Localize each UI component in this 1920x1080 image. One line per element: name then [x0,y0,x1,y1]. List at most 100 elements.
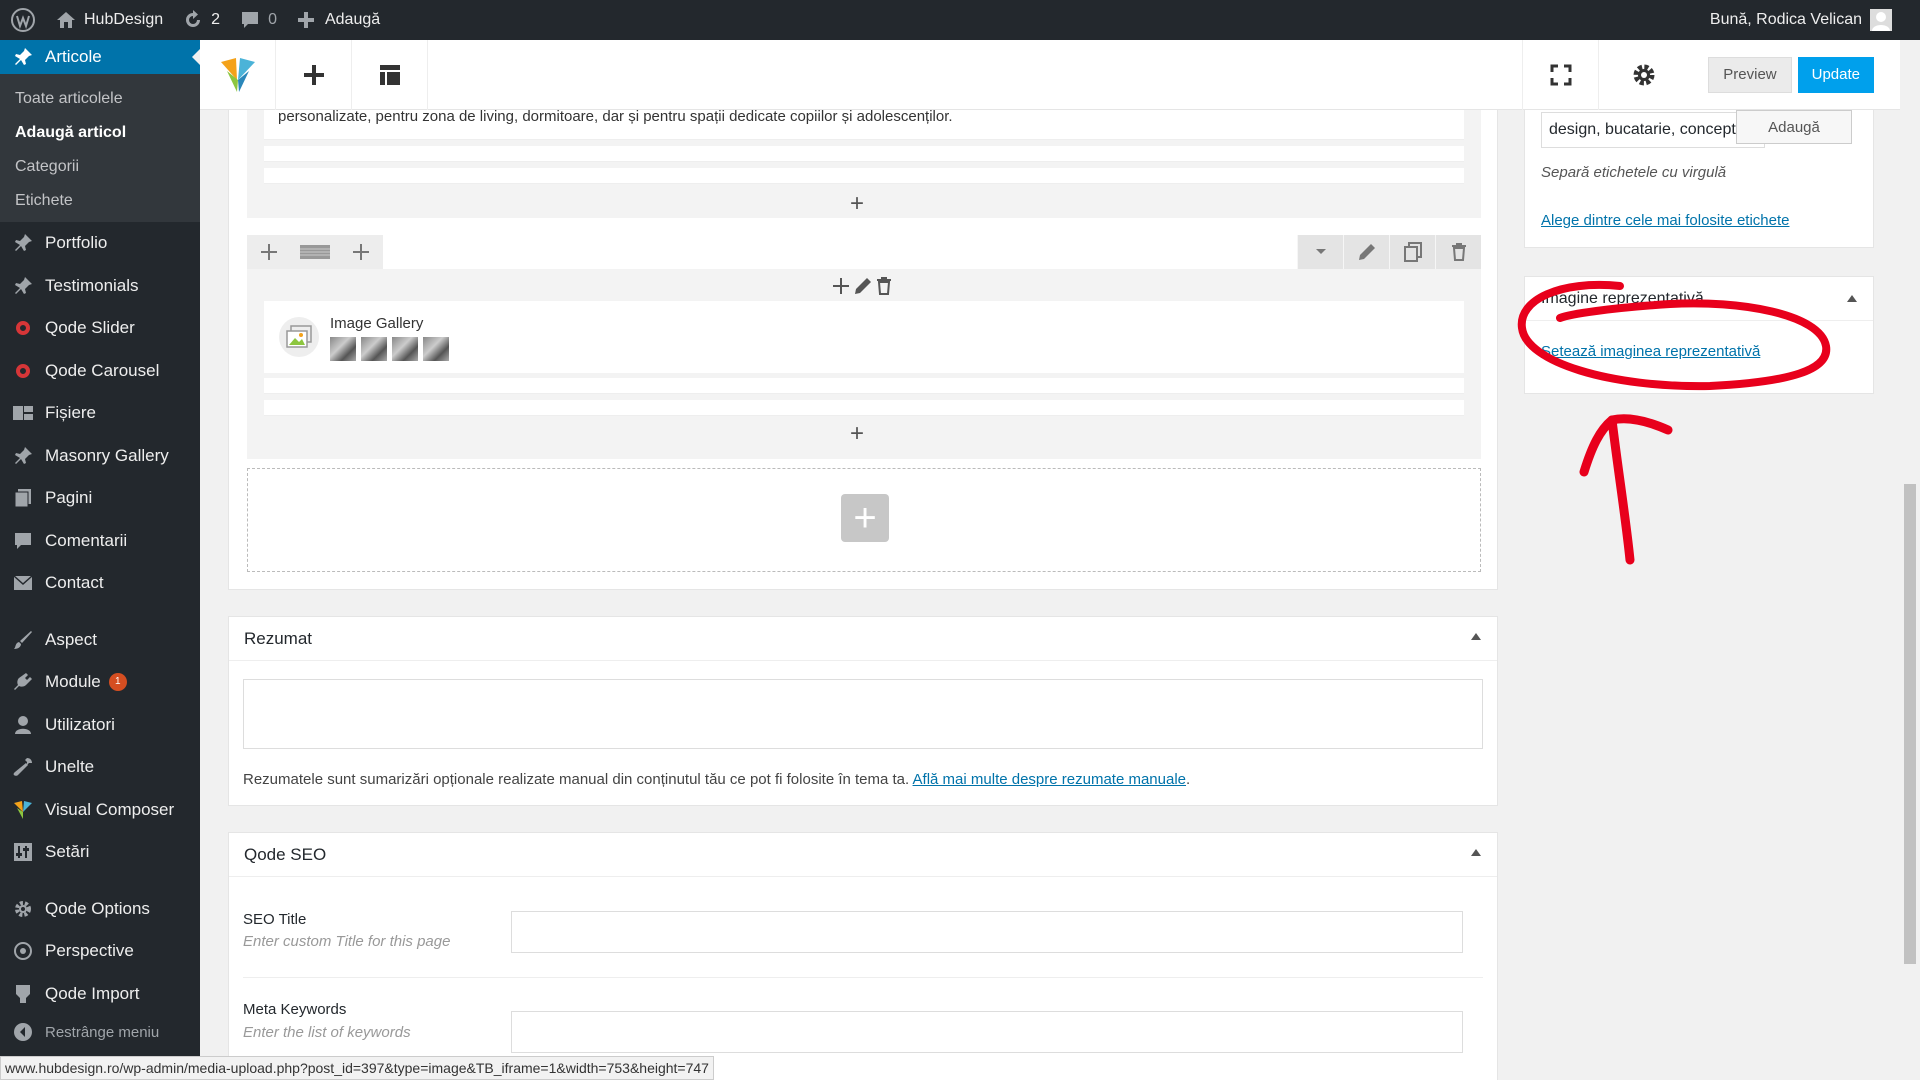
sidebar-item-visual-composer[interactable]: Visual Composer [0,789,200,832]
sidebar-item-contact[interactable]: Contact [0,562,200,605]
collapse-menu-button[interactable]: Restrânge meniu [0,1015,200,1049]
empty-column [264,168,1464,184]
excerpt-textarea[interactable] [243,679,1483,749]
submenu-all-posts[interactable]: Toate articolele [0,82,200,116]
pencil-icon[interactable] [854,277,872,295]
choose-tags-link[interactable]: Alege dintre cele mai folosite etichete [1541,212,1789,229]
pushpin-icon [12,232,34,254]
row-layout-icon[interactable] [291,235,339,269]
envelope-icon [12,572,34,594]
sidebar-item-label: Visual Composer [45,799,175,819]
submenu-add-post[interactable]: Adaugă articol [0,116,200,150]
sidebar-item-qode-slider[interactable]: Qode Slider [0,307,200,350]
settings-button[interactable] [1598,39,1688,110]
add-tag-button[interactable]: Adaugă [1736,110,1852,144]
sidebar-item-label: Qode Options [45,898,150,918]
collapse-arrow-up-icon[interactable] [1471,849,1481,856]
meta-keywords-hint: Enter the list of keywords [243,1024,411,1041]
add-element-plus-icon[interactable]: + [850,190,864,218]
submenu-categories[interactable]: Categorii [0,150,200,184]
comments-link[interactable]: 0 [230,0,287,40]
edit-row-pencil-icon[interactable] [1343,235,1389,269]
site-name-link[interactable]: HubDesign [46,0,173,40]
excerpt-box-header[interactable]: Rezumat [229,617,1497,661]
sidebar-item-articole[interactable]: Articole [0,40,200,74]
add-row-plus-button[interactable]: + [841,494,889,542]
column-controls [832,277,892,295]
meta-keywords-input[interactable] [511,1011,1463,1053]
image-gallery-title: Image Gallery [330,315,424,332]
new-content-link[interactable]: Adaugă [287,0,390,40]
sidebar-item-label: Testimonials [45,275,139,295]
sidebar-item-fisiere[interactable]: Fișiere [0,392,200,435]
add-element-plus-icon[interactable]: + [850,420,864,448]
trash-icon[interactable] [876,277,892,295]
sidebar-item-label: Qode Carousel [45,360,160,380]
gear-icon [1633,64,1655,85]
sidebar-item-qode-carousel[interactable]: Qode Carousel [0,350,200,393]
visual-composer-icon [12,799,34,821]
excerpt-box-title: Rezumat [244,628,313,648]
submenu-tags[interactable]: Etichete [0,184,200,218]
update-button[interactable]: Update [1797,56,1874,93]
tags-input[interactable]: design, bucatarie, concept [1541,112,1765,148]
qode-seo-box: Qode SEO SEO Title Enter custom Title fo… [228,832,1498,1080]
sidebar-item-pagini[interactable]: Pagini [0,477,200,520]
comments-count: 0 [268,11,277,28]
pushpin-icon [12,47,34,67]
clone-row-icon[interactable] [1389,235,1435,269]
gallery-thumbnail [361,337,387,361]
sidebar-item-perspective[interactable]: Perspective [0,930,200,973]
collapse-row-chevron-down-icon[interactable] [1297,235,1343,269]
collapse-arrow-up-icon[interactable] [1471,633,1481,640]
scrollbar-thumb[interactable] [1904,484,1916,964]
page-scrollbar[interactable] [1900,40,1920,1080]
sidebar-item-aspect[interactable]: Aspect [0,619,200,662]
plus-icon [303,64,324,85]
fullscreen-button[interactable] [1522,39,1598,110]
plus-icon [297,12,314,28]
delete-row-trash-icon[interactable] [1435,235,1481,269]
set-featured-image-link[interactable]: Setează imaginea reprezentativă [1541,343,1760,360]
sidebar-item-qode-import[interactable]: Qode Import [0,973,200,1016]
collapse-arrow-up-icon[interactable] [1847,295,1857,302]
preview-button[interactable]: Preview [1708,56,1792,93]
excerpt-learn-more-link[interactable]: Află mai multe despre rezumate manuale [913,771,1186,788]
move-row-icon[interactable] [247,235,291,269]
qode-seo-title: Qode SEO [244,844,327,864]
templates-button[interactable] [352,39,428,110]
add-element-button[interactable] [276,39,352,110]
sidebar-item-utilizatori[interactable]: Utilizatori [0,704,200,747]
wordpress-logo-icon[interactable] [0,0,46,40]
gallery-thumbnail [392,337,418,361]
user-greeting[interactable]: Bună, Rodica Velican [1710,11,1862,29]
qode-circle-icon [12,317,34,339]
image-gallery-element[interactable]: Image Gallery [264,301,1464,373]
sidebar-item-masonry-gallery[interactable]: Masonry Gallery [0,435,200,478]
sidebar-item-setari[interactable]: Setări [0,831,200,874]
sidebar-item-qode-options[interactable]: Qode Options [0,888,200,931]
vc-logo-icon[interactable] [200,39,276,110]
sidebar-item-module[interactable]: Module 1 [0,661,200,704]
collapse-arrow-icon [12,1021,34,1043]
excerpt-description-text: Rezumatele sunt sumarizări opționale rea… [243,771,913,788]
vc-toolbar: Preview Update [200,39,1900,110]
gallery-thumbnails [330,337,449,361]
sidebar-item-label: Articole [45,47,102,66]
add-column-icon[interactable] [339,235,383,269]
collapse-menu-label: Restrânge meniu [45,1023,160,1041]
sidebar-item-portfolio[interactable]: Portfolio [0,222,200,265]
plus-icon[interactable] [832,277,850,295]
text-block-element[interactable]: personalizate, pentru zona de living, do… [264,109,1464,140]
comment-icon [242,12,259,28]
featured-image-header[interactable]: Imagine reprezentativă [1525,277,1873,321]
vc-row: personalizate, pentru zona de living, do… [247,109,1481,218]
seo-title-input[interactable] [511,911,1463,953]
updates-link[interactable]: 2 [173,0,230,40]
sidebar-item-unelte[interactable]: Unelte [0,746,200,789]
sidebar-item-testimonials[interactable]: Testimonials [0,265,200,308]
sidebar-item-comentarii[interactable]: Comentarii [0,520,200,563]
user-avatar[interactable] [1870,9,1892,31]
qode-seo-header[interactable]: Qode SEO [229,833,1497,877]
plugin-icon [12,671,34,693]
